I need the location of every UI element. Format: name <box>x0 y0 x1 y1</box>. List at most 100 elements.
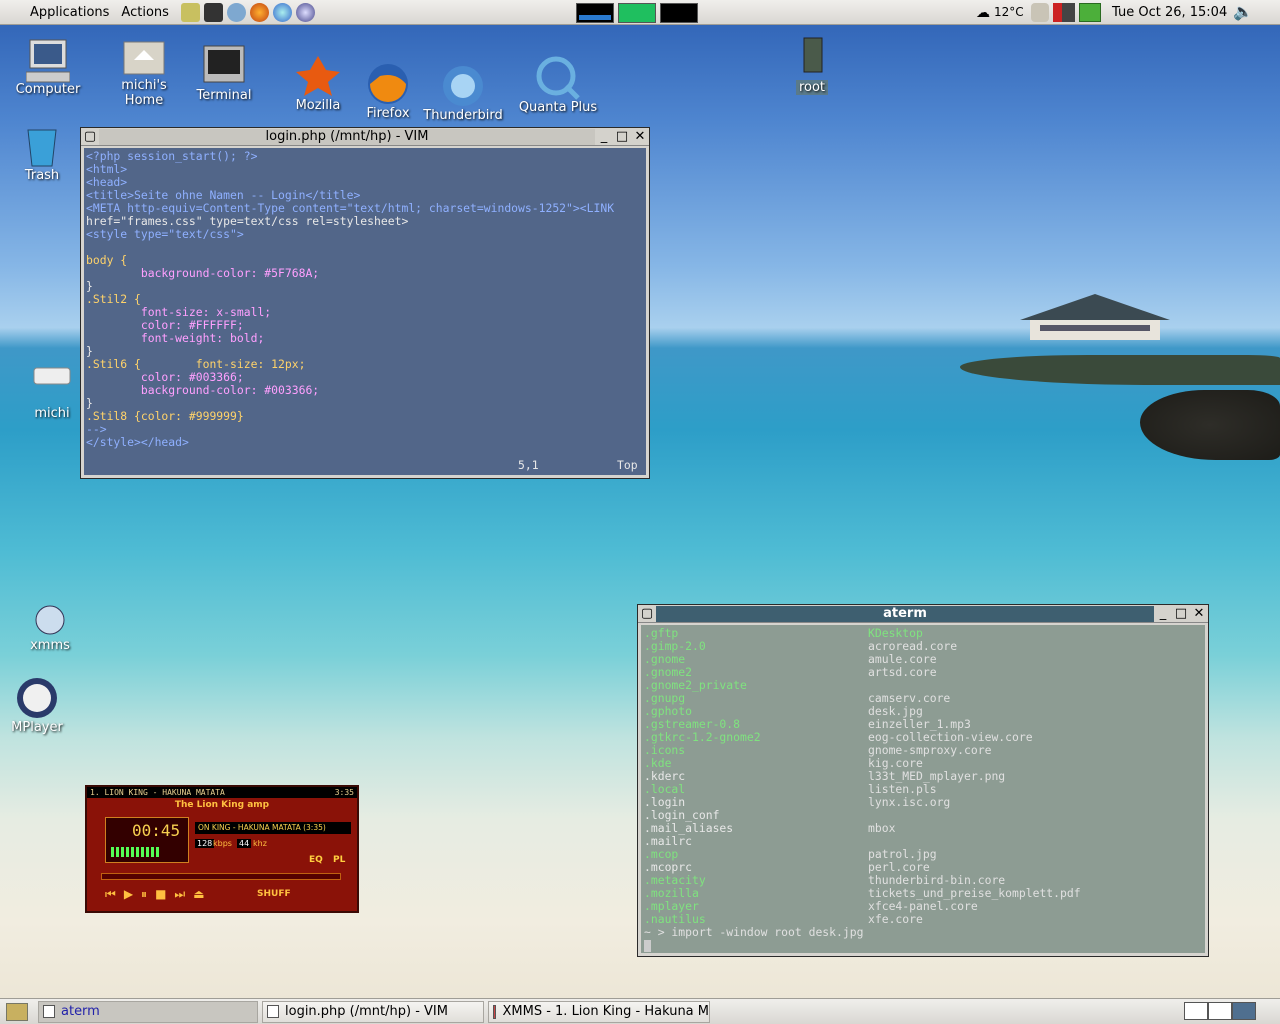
network-status-icon[interactable] <box>1079 3 1101 22</box>
pause-icon[interactable]: ⏸ <box>141 887 155 901</box>
clock[interactable]: Tue Oct 26, 15:04 <box>1112 5 1227 20</box>
minimize-icon[interactable]: _ <box>1155 606 1171 622</box>
xmms-seekbar[interactable] <box>101 873 341 880</box>
swap-icon[interactable] <box>1053 3 1075 22</box>
vim-line: background-color: #003366; <box>86 383 320 397</box>
rock <box>1140 390 1280 460</box>
workspace-switcher[interactable] <box>1184 1002 1256 1020</box>
actions-menu[interactable]: Actions <box>115 5 175 20</box>
vim-titlebar[interactable]: ▢ login.php (/mnt/hp) - VIM _ □ ✕ <box>81 128 649 146</box>
xmms-task-icon <box>493 1004 497 1019</box>
network-monitor <box>660 3 698 23</box>
thunderbird-launcher-icon[interactable] <box>272 2 292 22</box>
xmms-launcher-icon[interactable] <box>295 2 315 22</box>
maximize-icon[interactable]: □ <box>1173 606 1189 622</box>
task-aterm-label: aterm <box>61 1004 100 1019</box>
michi-label: michi <box>34 406 70 421</box>
xmms-visualizer <box>111 847 161 857</box>
terminal-task-icon <box>43 1005 55 1018</box>
prev-icon[interactable]: ⏮ <box>105 887 124 901</box>
beach-hut <box>1010 292 1180 342</box>
maximize-icon[interactable]: □ <box>614 129 630 145</box>
xmms-icon-item[interactable]: xmms <box>8 604 92 653</box>
xmms-pl-button[interactable]: PL <box>333 855 345 865</box>
task-xmms[interactable]: XMMS - 1. Lion King - Hakuna M <box>488 1000 710 1023</box>
vim-line: <html> <box>86 162 128 176</box>
thunderbird-icon-item[interactable]: Thunderbird <box>421 64 505 123</box>
vim-line: </style></head> <box>86 435 189 449</box>
vim-line: <style type="text/css"> <box>86 227 244 241</box>
terminal-launcher-icon[interactable] <box>203 2 223 22</box>
eject-icon[interactable]: ⏏ <box>193 887 212 901</box>
terminal-icon-item[interactable]: Terminal <box>182 44 266 103</box>
vim-buffer: <?php session_start(); ?> <html> <head> <ti… <box>86 150 644 449</box>
xmms-titlebar[interactable]: 1. LION KING - HAKUNA MATATA 3:35 <box>87 787 357 798</box>
volume-icon[interactable]: 🔈 <box>1233 2 1253 21</box>
task-xmms-label: XMMS - 1. Lion King - Hakuna M <box>502 1004 709 1019</box>
xmms-kbps: 128 <box>195 839 215 848</box>
xmms-time-small: 3:35 <box>334 788 354 797</box>
ls-left-column: .gftp .gimp-2.0 .gnome .gnome2 .gnome2_priva… <box>644 627 761 926</box>
task-vim-label: login.php (/mnt/hp) - VIM <box>285 1004 448 1019</box>
root-icon-item[interactable]: root <box>770 36 854 95</box>
lock-icon[interactable] <box>1031 3 1049 22</box>
quanta-icon-item[interactable]: Quanta Plus <box>516 56 600 115</box>
bottom-panel: aterm login.php (/mnt/hp) - VIM XMMS - 1… <box>0 998 1280 1024</box>
island <box>960 355 1280 385</box>
aterm-terminal[interactable]: .gftp .gimp-2.0 .gnome .gnome2 .gnome2_priva… <box>641 625 1205 953</box>
ls-entry: artsd.core <box>868 665 937 679</box>
xmms-icon <box>28 604 72 635</box>
xmms-controls: ⏮▶⏸■⏭⏏ <box>105 887 213 902</box>
window-menu-icon[interactable]: ▢ <box>639 606 655 622</box>
window-menu-icon[interactable]: ▢ <box>82 129 98 145</box>
minimize-icon[interactable]: _ <box>596 129 612 145</box>
xmms-eq-button[interactable]: EQ <box>309 855 323 865</box>
workspace-3[interactable] <box>1232 1002 1256 1020</box>
home-folder-icon <box>122 34 166 75</box>
home-icon-item[interactable]: michi's Home <box>102 34 186 108</box>
thunderbird-label: Thunderbird <box>423 108 503 123</box>
firefox-launcher-icon[interactable] <box>249 2 269 22</box>
workspace-1[interactable] <box>1184 1002 1208 1020</box>
terminal-label: Terminal <box>196 88 252 103</box>
computer-icon-item[interactable]: Computer <box>6 38 90 97</box>
trash-icon-item[interactable]: Trash <box>0 124 84 183</box>
xmms-player[interactable]: 1. LION KING - HAKUNA MATATA 3:35 The Lio… <box>85 785 359 913</box>
applications-menu[interactable]: Applications <box>24 5 115 20</box>
top-panel: Applications Actions ☁ 12°C Tue Oct 26, … <box>0 0 1280 25</box>
vim-window: ▢ login.php (/mnt/hp) - VIM _ □ ✕ <?php … <box>80 127 650 479</box>
mozilla-icon <box>296 54 340 96</box>
firefox-icon <box>366 62 410 104</box>
xmms-khz-value: 44 <box>237 839 252 848</box>
terminal-cursor <box>644 940 651 952</box>
quanta-label: Quanta Plus <box>518 100 598 115</box>
task-aterm[interactable]: aterm <box>38 1000 258 1023</box>
memory-monitor <box>618 3 656 23</box>
notes-launcher-icon[interactable] <box>180 2 200 22</box>
xmms-shuffle-button[interactable]: SHUFF <box>257 889 291 899</box>
trash-icon <box>20 124 64 167</box>
show-desktop-icon[interactable] <box>6 1002 28 1021</box>
task-vim[interactable]: login.php (/mnt/hp) - VIM <box>262 1000 484 1023</box>
aterm-titlebar[interactable]: ▢ aterm _ □ ✕ <box>638 605 1208 623</box>
terminal-icon <box>202 44 246 84</box>
network-launcher-icon[interactable] <box>226 2 246 22</box>
workspace-2[interactable] <box>1208 1002 1232 1020</box>
vim-editor[interactable]: <?php session_start(); ?> <html> <head> <ti… <box>84 148 646 475</box>
computer-icon <box>25 38 71 83</box>
ls-entry <box>868 809 1081 822</box>
vim-line: background-color: #5F768A; <box>86 266 320 280</box>
aterm-window: ▢ aterm _ □ ✕ .gftp .gimp-2.0 .gnome .gnome… <box>637 604 1209 957</box>
play-icon[interactable]: ▶ <box>124 887 141 901</box>
close-icon[interactable]: ✕ <box>632 129 648 145</box>
aterm-title: aterm <box>656 605 1154 622</box>
firefox-icon-item[interactable]: Firefox <box>346 62 430 121</box>
stop-icon[interactable]: ■ <box>155 887 174 901</box>
close-icon[interactable]: ✕ <box>1191 606 1207 622</box>
document-task-icon <box>267 1005 279 1018</box>
thunderbird-icon <box>441 64 485 106</box>
vim-cursor-pos: 5,1 <box>518 458 539 472</box>
mplayer-icon-item[interactable]: MPlayer <box>0 676 79 735</box>
xmms-khz: kbps <box>213 839 232 848</box>
next-icon[interactable]: ⏭ <box>174 887 193 901</box>
